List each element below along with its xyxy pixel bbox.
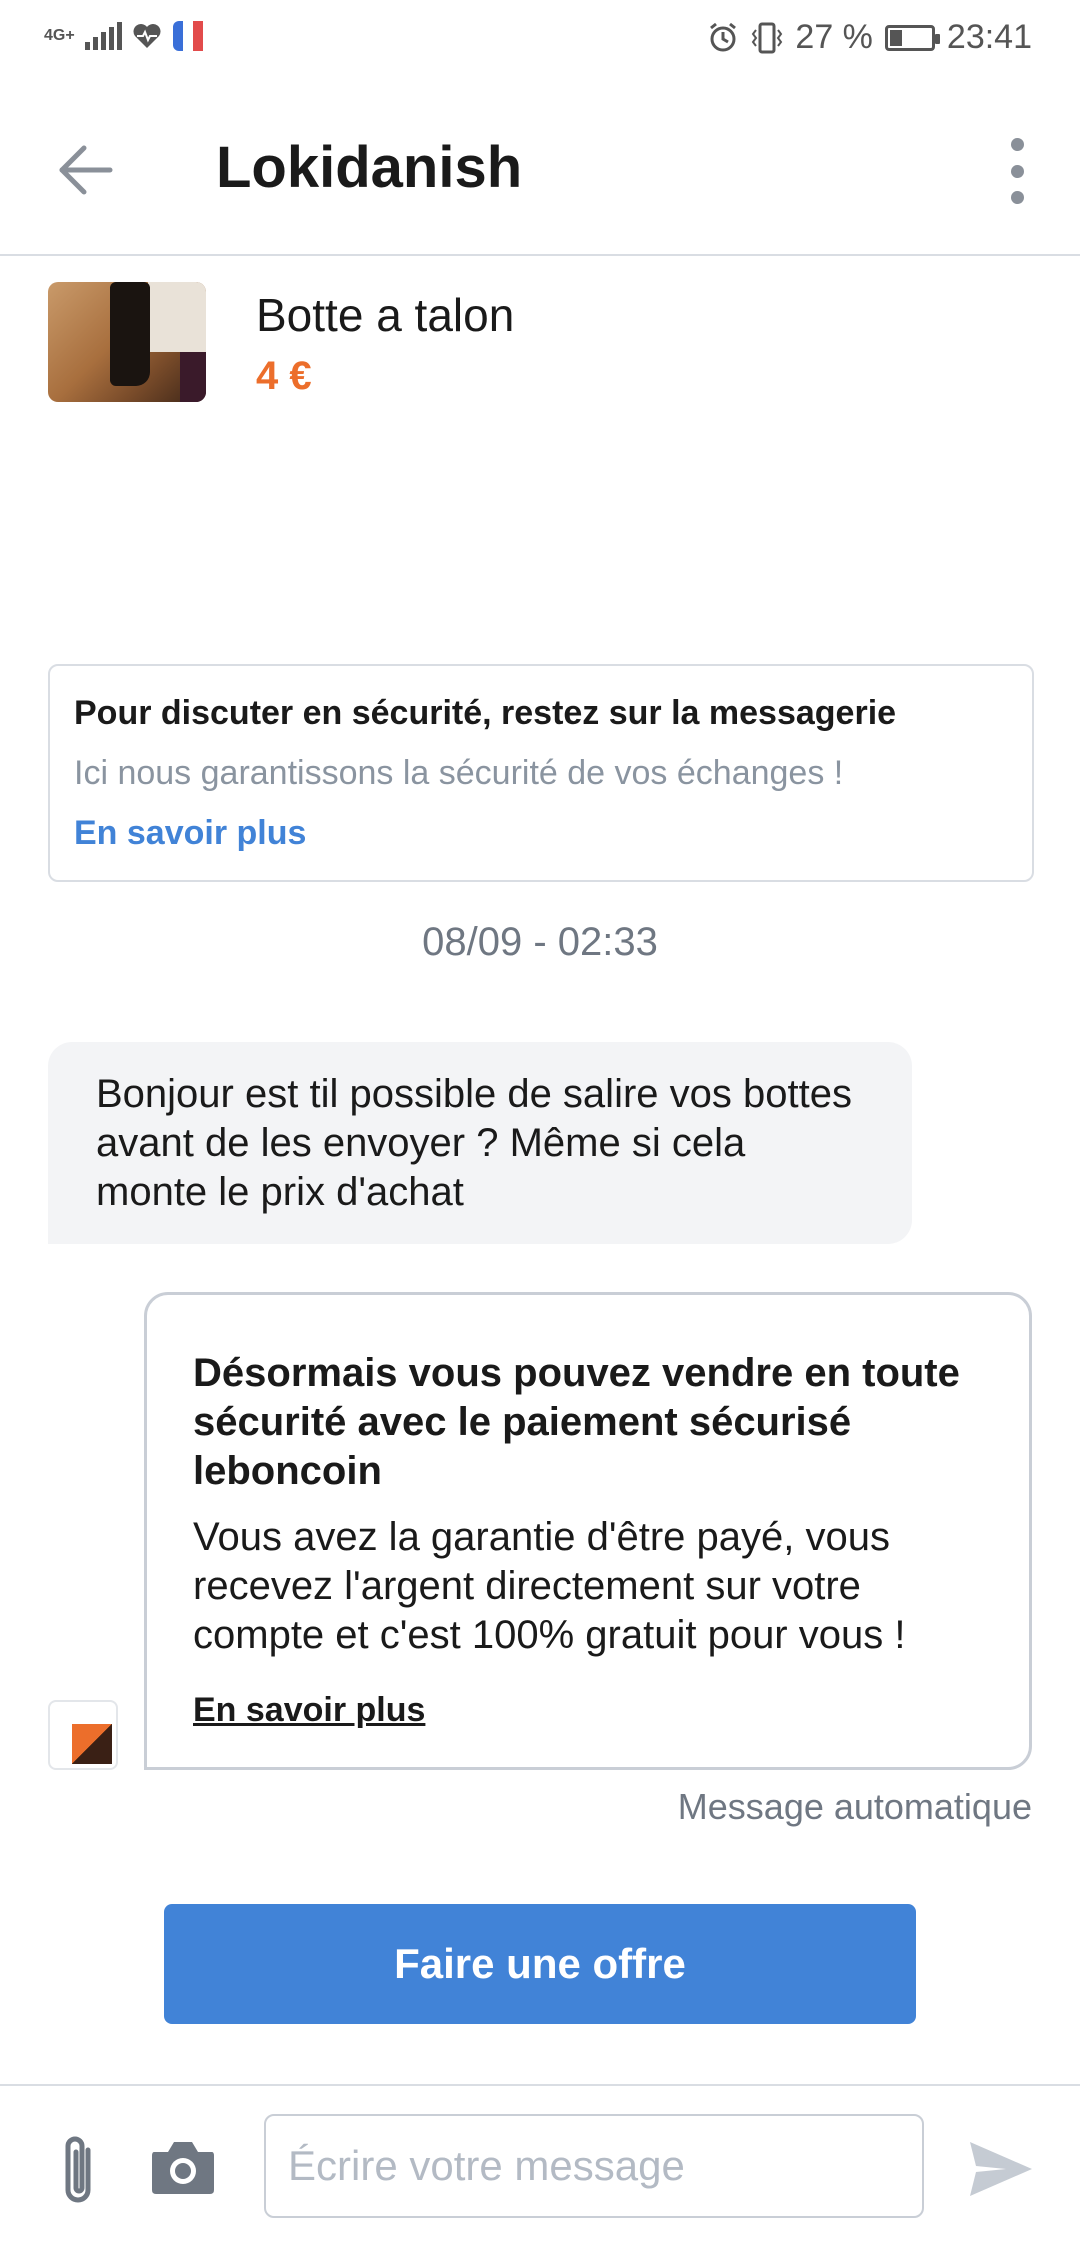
auto-message-card: Désormais vous pouvez vendre en toute sé… [144, 1292, 1032, 1770]
message-bubble-incoming: Bonjour est til possible de salire vos b… [48, 1042, 912, 1244]
listing-thumbnail[interactable] [48, 282, 206, 402]
listing-title[interactable]: Botte a talon [256, 288, 514, 342]
battery-fill [889, 29, 902, 46]
message-input[interactable] [264, 2114, 924, 2218]
status-bar: 4G+ 27 % 23:41 [0, 0, 1080, 86]
send-icon[interactable] [966, 2134, 1036, 2204]
camera-icon[interactable] [150, 2138, 216, 2196]
auto-message-learn-more-link[interactable]: En savoir plus [193, 1691, 425, 1730]
message-composer [0, 2084, 1080, 2244]
auto-message-label: Message automatique [677, 1786, 1032, 1827]
safety-notice: Pour discuter en sécurité, restez sur la… [48, 664, 1034, 882]
battery-percent: 27 % [795, 18, 873, 56]
vibrate-icon [752, 22, 783, 53]
listing-price: 4 € [256, 354, 312, 398]
conversation-timestamp: 08/09 - 02:33 [422, 920, 658, 964]
auto-message-body: Vous avez la garantie d'être payé, vous … [193, 1515, 906, 1657]
flag-app-icon [172, 21, 203, 51]
page-title: Lokidanish [216, 135, 523, 200]
status-left: 4G+ [44, 20, 204, 52]
back-arrow-icon[interactable] [56, 140, 116, 200]
leboncoin-logo-icon [48, 1700, 118, 1770]
health-icon [133, 24, 161, 48]
make-offer-button[interactable]: Faire une offre [164, 1904, 916, 2024]
status-right: 27 % 23:41 [707, 18, 1032, 57]
app-bar: Lokidanish [0, 86, 1080, 256]
paperclip-icon[interactable] [52, 2132, 108, 2212]
alarm-icon [710, 22, 737, 51]
safety-notice-subtitle: Ici nous garantissons la sécurité de vos… [74, 754, 844, 792]
network-type: 4G+ [44, 27, 75, 44]
safety-learn-more-link[interactable]: En savoir plus [74, 814, 306, 853]
safety-notice-title: Pour discuter en sécurité, restez sur la… [74, 694, 897, 732]
more-options-icon[interactable] [994, 138, 1040, 204]
auto-message-title: Désormais vous pouvez vendre en toute sé… [193, 1351, 960, 1493]
listing-summary[interactable]: Botte a talon 4 € [48, 282, 1038, 406]
signal-icon [84, 22, 122, 50]
battery-icon [884, 24, 940, 51]
status-time: 23:41 [946, 18, 1032, 56]
